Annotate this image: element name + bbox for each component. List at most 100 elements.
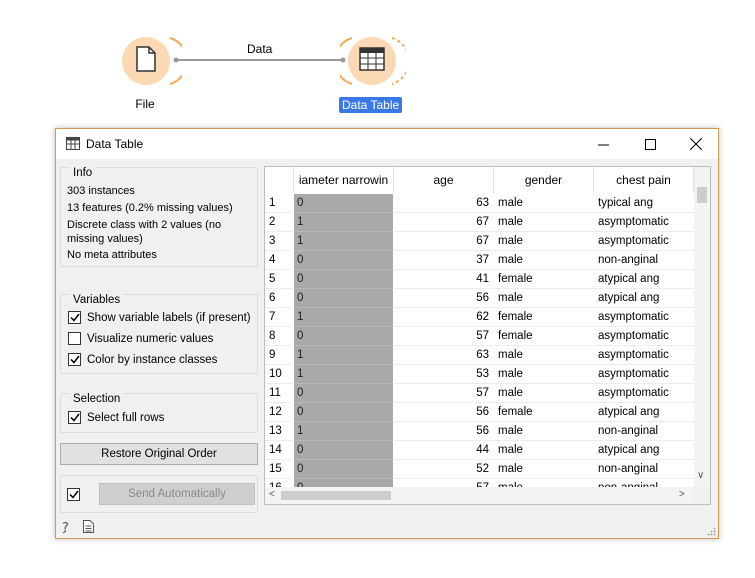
cell-gender[interactable]: male xyxy=(494,384,593,403)
resize-grip-icon[interactable] xyxy=(707,527,716,536)
cell-class-value[interactable]: 0 xyxy=(294,327,393,346)
cell-class-value[interactable]: 1 xyxy=(294,422,393,441)
show-labels-checkbox[interactable]: Show variable labels (if present) xyxy=(68,311,251,324)
cell-gender[interactable]: male xyxy=(494,194,593,213)
horizontal-scrollbar[interactable]: < > xyxy=(265,487,694,504)
cell-chest-pain[interactable]: atypical ang xyxy=(594,403,694,422)
cell-class-value[interactable]: 0 xyxy=(294,403,393,422)
color-by-class-label: Color by instance classes xyxy=(87,353,218,366)
node-data-table[interactable] xyxy=(340,34,406,90)
checkbox-box[interactable] xyxy=(68,353,81,366)
cell-class-value[interactable]: 1 xyxy=(294,365,393,384)
vertical-scrollbar[interactable]: ∨ xyxy=(694,167,710,487)
corner-header[interactable] xyxy=(265,167,294,193)
visualize-numeric-checkbox[interactable]: Visualize numeric values xyxy=(68,332,213,345)
cell-chest-pain[interactable]: asymptomatic xyxy=(594,365,694,384)
cell-chest-pain[interactable]: atypical ang xyxy=(594,289,694,308)
cell-age[interactable]: 56 xyxy=(394,422,493,441)
cell-class-value[interactable]: 0 xyxy=(294,441,393,460)
horizontal-scroll-thumb[interactable] xyxy=(281,491,391,500)
cell-age[interactable]: 44 xyxy=(394,441,493,460)
node-data-table-label[interactable]: Data Table xyxy=(339,97,403,113)
column-header-gender[interactable]: gender xyxy=(494,167,594,193)
send-automatically-button[interactable]: Send Automatically xyxy=(99,483,255,505)
checkbox-box[interactable] xyxy=(67,488,80,501)
cell-chest-pain[interactable]: non-anginal xyxy=(594,251,694,270)
cell-gender[interactable]: male xyxy=(494,232,593,251)
cell-class-value[interactable]: 0 xyxy=(294,384,393,403)
checkbox-box[interactable] xyxy=(68,332,81,345)
cell-chest-pain[interactable]: non-anginal xyxy=(594,460,694,479)
cell-age[interactable]: 67 xyxy=(394,213,493,232)
cell-age[interactable]: 57 xyxy=(394,327,493,346)
cell-class-value[interactable]: 1 xyxy=(294,346,393,365)
cell-age[interactable]: 56 xyxy=(394,289,493,308)
scroll-right-icon[interactable]: > xyxy=(679,489,685,500)
cell-class-value[interactable]: 0 xyxy=(294,194,393,213)
cell-age[interactable]: 41 xyxy=(394,270,493,289)
select-full-rows-checkbox[interactable]: Select full rows xyxy=(68,411,164,424)
cell-age[interactable]: 62 xyxy=(394,308,493,327)
cell-age[interactable]: 52 xyxy=(394,460,493,479)
cell-age[interactable]: 63 xyxy=(394,346,493,365)
cell-chest-pain[interactable]: atypical ang xyxy=(594,270,694,289)
cell-gender[interactable]: male xyxy=(494,289,593,308)
cell-gender[interactable]: female xyxy=(494,327,593,346)
cell-gender[interactable]: female xyxy=(494,403,593,422)
restore-order-button[interactable]: Restore Original Order xyxy=(60,443,258,465)
cell-gender[interactable]: male xyxy=(494,346,593,365)
column-header-class[interactable]: iameter narrowin xyxy=(294,167,394,193)
cell-gender[interactable]: male xyxy=(494,460,593,479)
cell-age[interactable]: 57 xyxy=(394,384,493,403)
close-button[interactable] xyxy=(673,129,719,159)
cell-chest-pain[interactable]: asymptomatic xyxy=(594,346,694,365)
report-icon[interactable] xyxy=(83,520,94,533)
check-icon xyxy=(69,413,80,422)
cell-class-value[interactable]: 0 xyxy=(294,251,393,270)
cell-chest-pain[interactable]: asymptomatic xyxy=(594,327,694,346)
scroll-down-icon[interactable]: ∨ xyxy=(697,470,704,481)
cell-chest-pain[interactable]: atypical ang xyxy=(594,441,694,460)
checkbox-box[interactable] xyxy=(68,411,81,424)
cell-gender[interactable]: male xyxy=(494,251,593,270)
cell-gender[interactable]: female xyxy=(494,270,593,289)
send-auto-checkbox[interactable] xyxy=(67,488,86,501)
cell-chest-pain[interactable]: typical ang xyxy=(594,194,694,213)
vertical-scroll-thumb[interactable] xyxy=(697,187,707,203)
cell-chest-pain[interactable]: asymptomatic xyxy=(594,213,694,232)
column-header-age[interactable]: age xyxy=(394,167,494,193)
minimize-button[interactable] xyxy=(580,129,626,159)
help-icon[interactable]: ? xyxy=(61,520,73,534)
node-file[interactable] xyxy=(118,34,182,90)
cell-class-value[interactable]: 0 xyxy=(294,460,393,479)
cell-gender[interactable]: male xyxy=(494,365,593,384)
color-by-class-checkbox[interactable]: Color by instance classes xyxy=(68,353,217,366)
cell-age[interactable]: 53 xyxy=(394,365,493,384)
cell-class-value[interactable]: 1 xyxy=(294,213,393,232)
column-header-chest-pain[interactable]: chest pain xyxy=(594,167,694,193)
send-box: Send Automatically xyxy=(60,475,258,513)
cell-class-value[interactable]: 0 xyxy=(294,289,393,308)
title-bar[interactable]: Data Table xyxy=(56,129,718,159)
cell-age[interactable]: 67 xyxy=(394,232,493,251)
cell-gender[interactable]: male xyxy=(494,441,593,460)
cell-chest-pain[interactable]: non-anginal xyxy=(594,422,694,441)
data-table[interactable]: iameter narrowin age gender chest pain 1… xyxy=(264,166,711,505)
node-file-label[interactable]: File xyxy=(130,97,160,111)
cell-gender[interactable]: female xyxy=(494,308,593,327)
cell-class-value[interactable]: 1 xyxy=(294,308,393,327)
cell-gender[interactable]: male xyxy=(494,213,593,232)
cell-chest-pain[interactable]: asymptomatic xyxy=(594,384,694,403)
cell-age[interactable]: 56 xyxy=(394,403,493,422)
cell-chest-pain[interactable]: asymptomatic xyxy=(594,308,694,327)
cell-age[interactable]: 63 xyxy=(394,194,493,213)
cell-age[interactable]: 37 xyxy=(394,251,493,270)
row-index: 12 xyxy=(265,403,293,422)
cell-class-value[interactable]: 0 xyxy=(294,270,393,289)
checkbox-box[interactable] xyxy=(68,311,81,324)
scroll-left-icon[interactable]: < xyxy=(269,489,275,500)
cell-gender[interactable]: male xyxy=(494,422,593,441)
maximize-button[interactable] xyxy=(627,129,673,159)
cell-class-value[interactable]: 1 xyxy=(294,232,393,251)
cell-chest-pain[interactable]: asymptomatic xyxy=(594,232,694,251)
